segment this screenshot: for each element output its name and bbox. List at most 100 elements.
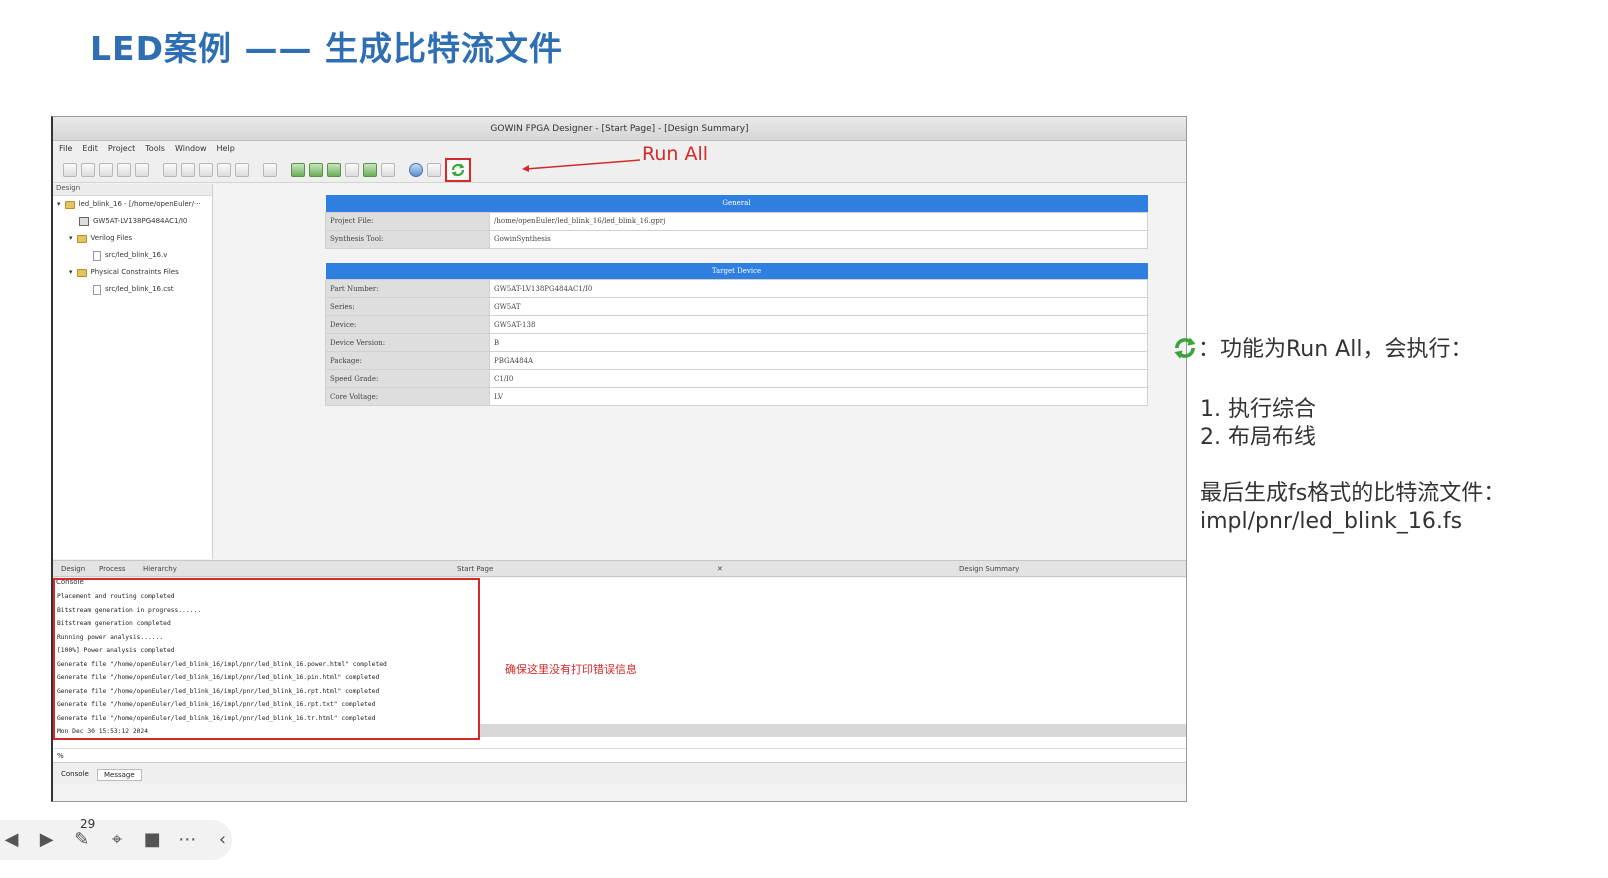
pen-icon[interactable]: ✎	[72, 830, 91, 850]
table-row: Synthesis Tool: GowinSynthesis	[325, 229, 1148, 249]
run-all-annotation: Run All	[642, 143, 709, 165]
open-folder-icon[interactable]	[81, 162, 95, 177]
tab-design[interactable]: Design	[61, 565, 85, 573]
tab-design-summary[interactable]: Design Summary	[959, 565, 1019, 573]
general-table: General Project File: /home/openEuler/le…	[325, 195, 1148, 249]
console-note: 确保这里没有打印错误信息	[505, 663, 637, 676]
table-row: Project File: /home/openEuler/led_blink_…	[325, 211, 1148, 231]
power-analyzer-icon[interactable]	[363, 162, 377, 177]
table-row: Device: GW5AT-138	[325, 315, 1148, 334]
tree-item-label: GW5AT-LV138PG484AC1/I0	[93, 217, 188, 225]
row-value: C1/I0	[489, 369, 1148, 388]
copy-icon[interactable]	[217, 162, 231, 177]
play-icon[interactable]: ▶	[37, 830, 56, 850]
timing-constraints-icon[interactable]	[327, 162, 341, 177]
side-final-line: 最后生成fs格式的比特流文件：	[1200, 481, 1506, 506]
run-synthesis-icon[interactable]	[427, 162, 441, 177]
console-tab-bar: Console Message	[53, 762, 1186, 784]
camera-icon[interactable]: ■	[143, 830, 162, 850]
ip-core-generator-icon[interactable]	[291, 162, 305, 177]
row-value: PBGA484A	[489, 351, 1148, 370]
row-key: Part Number:	[325, 279, 490, 298]
folder-icon	[76, 234, 87, 243]
menu-help[interactable]: Help	[217, 141, 235, 157]
table-row: Package: PBGA484A	[325, 351, 1148, 370]
menu-edit[interactable]: Edit	[82, 141, 98, 157]
general-header: General	[325, 195, 1148, 212]
console-scrollbar[interactable]	[480, 724, 1186, 737]
collapse-icon[interactable]: ▾	[69, 230, 73, 247]
tree-item-cst-file[interactable]: src/led_blink_16.cst	[53, 281, 212, 298]
side-final-path: impl/pnr/led_blink_16.fs	[1200, 509, 1463, 534]
side-step: 2. 布局布线	[1200, 425, 1316, 450]
tab-console[interactable]: Console	[55, 769, 95, 779]
row-key: Speed Grade:	[325, 369, 490, 388]
tree-item-label: src/led_blink_16.v	[105, 251, 168, 259]
tab-process[interactable]: Process	[99, 565, 126, 573]
floorplanner-icon[interactable]	[309, 162, 323, 177]
row-value: GowinSynthesis	[489, 229, 1148, 249]
table-row: Device Version: B	[325, 333, 1148, 352]
design-panel: Design ▾ led_blink_16 - [/home/openEuler…	[53, 184, 213, 559]
tree-item-label: src/led_blink_16.cst	[105, 285, 174, 293]
tree-item-device[interactable]: GW5AT-LV138PG484AC1/I0	[53, 213, 212, 230]
run-all-button[interactable]	[445, 157, 471, 182]
menu-project[interactable]: Project	[108, 141, 135, 157]
collapse-icon[interactable]: ▾	[57, 196, 61, 213]
row-key: Synthesis Tool:	[325, 229, 490, 249]
tree-item-label: Physical Constraints Files	[90, 268, 179, 276]
tab-hierarchy[interactable]: Hierarchy	[143, 565, 177, 573]
find-icon[interactable]	[263, 162, 277, 177]
close-tab-icon[interactable]: ✕	[717, 565, 723, 573]
row-value: GW5AT-138	[489, 315, 1148, 334]
programmer-icon[interactable]	[409, 162, 423, 177]
target-device-header: Target Device	[325, 262, 1148, 280]
row-key: Core Voltage:	[325, 387, 490, 406]
toolbar-separator	[253, 163, 259, 177]
folder-icon	[76, 268, 87, 277]
side-steps: 1. 执行综合 2. 布局布线	[1200, 396, 1316, 452]
tab-message[interactable]: Message	[97, 769, 142, 781]
prev-icon[interactable]: ◀	[2, 830, 21, 850]
tree-item-verilog-file[interactable]: src/led_blink_16.v	[53, 247, 212, 264]
run-all-icon	[451, 163, 465, 176]
toolbar-separator	[399, 163, 405, 177]
console-highlight-box	[53, 578, 480, 740]
target-device-table: Target Device Part Number: GW5AT-LV138PG4…	[325, 262, 1148, 406]
screenshot-icon[interactable]: ⌖	[107, 830, 126, 850]
collapse-icon[interactable]: ‹	[213, 830, 232, 850]
schematic-viewer-icon[interactable]	[381, 162, 395, 177]
row-value: GW5AT-LV138PG484AC1/I0	[489, 279, 1148, 298]
page-number: 29	[80, 817, 96, 831]
save-all-icon[interactable]	[117, 162, 131, 177]
run-all-icon	[1174, 337, 1196, 359]
tree-item-constraints[interactable]: ▾ Physical Constraints Files	[53, 264, 212, 281]
print-icon[interactable]	[135, 162, 149, 177]
table-row: Core Voltage: LV	[325, 387, 1148, 406]
collapse-icon[interactable]: ▾	[69, 264, 73, 281]
chip-icon	[79, 217, 89, 226]
gpa-icon[interactable]	[345, 162, 359, 177]
undo-icon[interactable]	[163, 162, 177, 177]
tree-item-label: Verilog Files	[90, 234, 133, 242]
cut-icon[interactable]	[199, 162, 213, 177]
redo-icon[interactable]	[181, 162, 195, 177]
paste-icon[interactable]	[235, 162, 249, 177]
new-file-icon[interactable]	[63, 162, 77, 177]
file-icon	[93, 284, 101, 295]
row-key: Series:	[325, 297, 490, 316]
console-prompt-input[interactable]: %	[53, 748, 1186, 762]
row-key: Package:	[325, 351, 490, 370]
menu-window[interactable]: Window	[175, 141, 207, 157]
tab-start-page[interactable]: Start Page	[457, 565, 493, 573]
panel-tab-bar: Design Process Hierarchy Start Page ✕ De…	[53, 560, 1186, 577]
menu-file[interactable]: File	[59, 141, 72, 157]
file-icon	[93, 250, 101, 261]
more-icon[interactable]: ⋯	[178, 830, 197, 850]
row-value: LV	[489, 387, 1148, 406]
tree-item-verilog-files[interactable]: ▾ Verilog Files	[53, 230, 212, 247]
tree-item-project[interactable]: ▾ led_blink_16 - [/home/openEuler/···	[53, 196, 212, 213]
menu-tools[interactable]: Tools	[145, 141, 165, 157]
tree-item-label: led_blink_16 - [/home/openEuler/···	[78, 200, 201, 208]
save-icon[interactable]	[99, 162, 113, 177]
